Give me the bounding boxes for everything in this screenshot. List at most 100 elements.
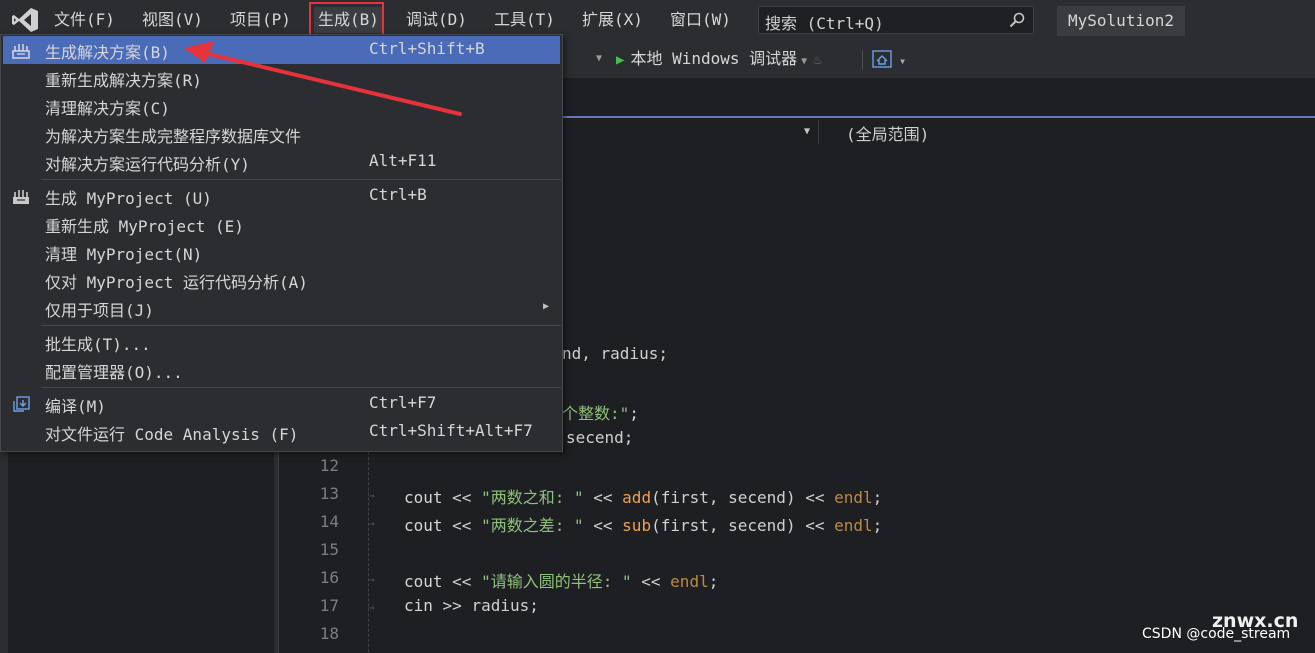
hot-reload-icon: ♨ xyxy=(813,52,822,68)
code-token: ; xyxy=(872,488,883,507)
endl-token: endl xyxy=(834,488,873,507)
line-number: 16 xyxy=(319,568,339,587)
menu-item-project-only[interactable]: 仅用于项目(J) ▶ xyxy=(3,294,560,322)
menu-item-configuration-manager[interactable]: 配置管理器(O)... xyxy=(3,356,560,384)
code-token: (first, secend) xyxy=(651,516,796,535)
code-token: << xyxy=(593,516,613,535)
menu-file[interactable]: 文件(F) xyxy=(54,9,115,31)
code-token: << xyxy=(593,488,613,507)
tab-marker-icon: → xyxy=(368,573,375,586)
menu-item-clean-project[interactable]: 清理 MyProject(N) xyxy=(3,238,560,266)
build-project-icon xyxy=(13,190,29,204)
menu-item-label: 仅对 MyProject 运行代码分析(A) xyxy=(45,273,308,292)
menu-extensions[interactable]: 扩展(X) xyxy=(582,9,643,31)
menu-item-label: 生成解决方案(B) xyxy=(45,43,170,62)
code-token: ; xyxy=(708,572,719,591)
endl-token: endl xyxy=(670,572,709,591)
build-solution-icon xyxy=(12,44,30,59)
menu-item-code-analysis-project[interactable]: 仅对 MyProject 运行代码分析(A) xyxy=(3,266,560,294)
toolbar-divider xyxy=(862,50,863,70)
menu-view[interactable]: 视图(V) xyxy=(142,9,203,31)
string-literal: "两数之和: " xyxy=(481,488,584,507)
menu-project[interactable]: 项目(P) xyxy=(230,9,291,31)
scope-dropdown[interactable]: (全局范围) xyxy=(846,121,929,145)
code-line-13: cout << "两数之和: " << add(first, secend) <… xyxy=(404,484,882,508)
code-fragment: secend; xyxy=(566,428,634,447)
function-name: sub xyxy=(622,516,652,535)
search-box[interactable]: 搜索 (Ctrl+Q) xyxy=(758,6,1034,34)
chevron-down-icon: ▼ xyxy=(801,56,808,67)
menu-item-label: 为解决方案生成完整程序数据库文件 xyxy=(45,127,302,146)
menu-item-run-code-analysis-solution[interactable]: 对解决方案运行代码分析(Y) Alt+F11 xyxy=(3,148,560,176)
code-token: (first, secend) xyxy=(651,488,796,507)
menu-item-label: 对解决方案运行代码分析(Y) xyxy=(45,155,250,174)
visual-studio-logo-icon[interactable] xyxy=(11,7,39,33)
menu-item-shortcut: Ctrl+B xyxy=(369,185,427,204)
code-line-17: cin >> radius; xyxy=(404,596,539,615)
platform-combo[interactable]: ▼ xyxy=(560,48,606,70)
menu-item-label: 编译(M) xyxy=(45,397,106,416)
menu-item-batch-build[interactable]: 批生成(T)... xyxy=(3,328,560,356)
tab-marker-icon: → xyxy=(368,489,375,502)
menu-item-shortcut: Alt+F11 xyxy=(369,151,437,170)
chevron-down-icon[interactable]: ▼ xyxy=(804,126,810,137)
string-literal: 个整数:" xyxy=(562,404,630,423)
menu-separator xyxy=(41,179,561,180)
menu-item-build-project[interactable]: 生成 MyProject (U) Ctrl+B xyxy=(3,182,560,210)
tab-marker-icon: → xyxy=(368,601,375,614)
menu-item-shortcut: Ctrl+Shift+Alt+F7 xyxy=(369,421,533,440)
build-menu-dropdown: 生成解决方案(B) Ctrl+Shift+B 重新生成解决方案(R) 清理解决方… xyxy=(0,34,563,452)
endl-token: endl xyxy=(834,516,873,535)
code-fragment: nd, radius; xyxy=(562,344,668,363)
menu-item-rebuild-solution[interactable]: 重新生成解决方案(R) xyxy=(3,64,560,92)
menu-item-shortcut: Ctrl+F7 xyxy=(369,393,437,412)
code-token: cout xyxy=(404,572,443,591)
code-line-14: cout << "两数之差: " << sub(first, secend) <… xyxy=(404,512,882,536)
menu-debug[interactable]: 调试(D) xyxy=(406,9,467,31)
code-token: cin xyxy=(404,596,433,615)
code-token: << xyxy=(452,572,472,591)
menu-item-label: 重新生成 MyProject (E) xyxy=(45,217,244,236)
menu-item-label: 清理 MyProject(N) xyxy=(45,245,203,264)
line-number: 12 xyxy=(319,456,339,475)
string-literal: "两数之差: " xyxy=(481,516,584,535)
menu-separator xyxy=(41,325,561,326)
submenu-arrow-icon: ▶ xyxy=(543,301,550,312)
code-token: << xyxy=(805,516,825,535)
solution-name-badge: MySolution2 xyxy=(1057,6,1185,36)
menu-item-generate-pdb[interactable]: 为解决方案生成完整程序数据库文件 xyxy=(3,120,560,148)
code-token: << xyxy=(805,488,825,507)
navbar-divider xyxy=(818,120,819,144)
menu-item-label: 清理解决方案(C) xyxy=(45,99,170,118)
menu-item-run-code-analysis-file[interactable]: 对文件运行 Code Analysis (F) Ctrl+Shift+Alt+F… xyxy=(3,418,560,446)
start-debugging-button[interactable]: ▶ 本地 Windows 调试器 ▼ ♨ xyxy=(616,48,822,70)
search-icon xyxy=(1009,12,1025,28)
code-line-16: cout << "请输入圆的半径: " << endl; xyxy=(404,568,718,592)
menu-tools[interactable]: 工具(T) xyxy=(494,9,555,31)
menu-item-shortcut: Ctrl+Shift+B xyxy=(369,39,485,58)
search-placeholder: 搜索 (Ctrl+Q) xyxy=(765,14,884,33)
line-number: 15 xyxy=(319,540,339,559)
code-token: ; xyxy=(872,516,883,535)
menu-item-label: 重新生成解决方案(R) xyxy=(45,71,202,90)
panel-content xyxy=(8,446,274,653)
line-number: 13 xyxy=(319,484,339,503)
code-token: cout xyxy=(404,488,443,507)
menu-item-rebuild-project[interactable]: 重新生成 MyProject (E) xyxy=(3,210,560,238)
tab-marker-icon: → xyxy=(368,517,375,530)
menu-separator xyxy=(41,387,561,388)
menu-item-label: 仅用于项目(J) xyxy=(45,301,154,320)
toolbar-overflow-icon[interactable]: ▾ xyxy=(899,54,906,68)
code-token: << xyxy=(452,488,472,507)
menu-item-label: 配置管理器(O)... xyxy=(45,363,183,382)
play-icon: ▶ xyxy=(616,52,625,68)
menu-item-clean-solution[interactable]: 清理解决方案(C) xyxy=(3,92,560,120)
menu-window[interactable]: 窗口(W) xyxy=(670,9,731,31)
code-token: >> xyxy=(442,596,462,615)
code-punct: ; xyxy=(629,404,639,423)
menu-item-compile[interactable]: 编译(M) Ctrl+F7 xyxy=(3,390,560,418)
browser-home-icon[interactable] xyxy=(872,50,892,68)
line-number: 14 xyxy=(319,512,339,531)
code-token: << xyxy=(452,516,472,535)
menu-item-build-solution[interactable]: 生成解决方案(B) Ctrl+Shift+B xyxy=(3,36,560,64)
